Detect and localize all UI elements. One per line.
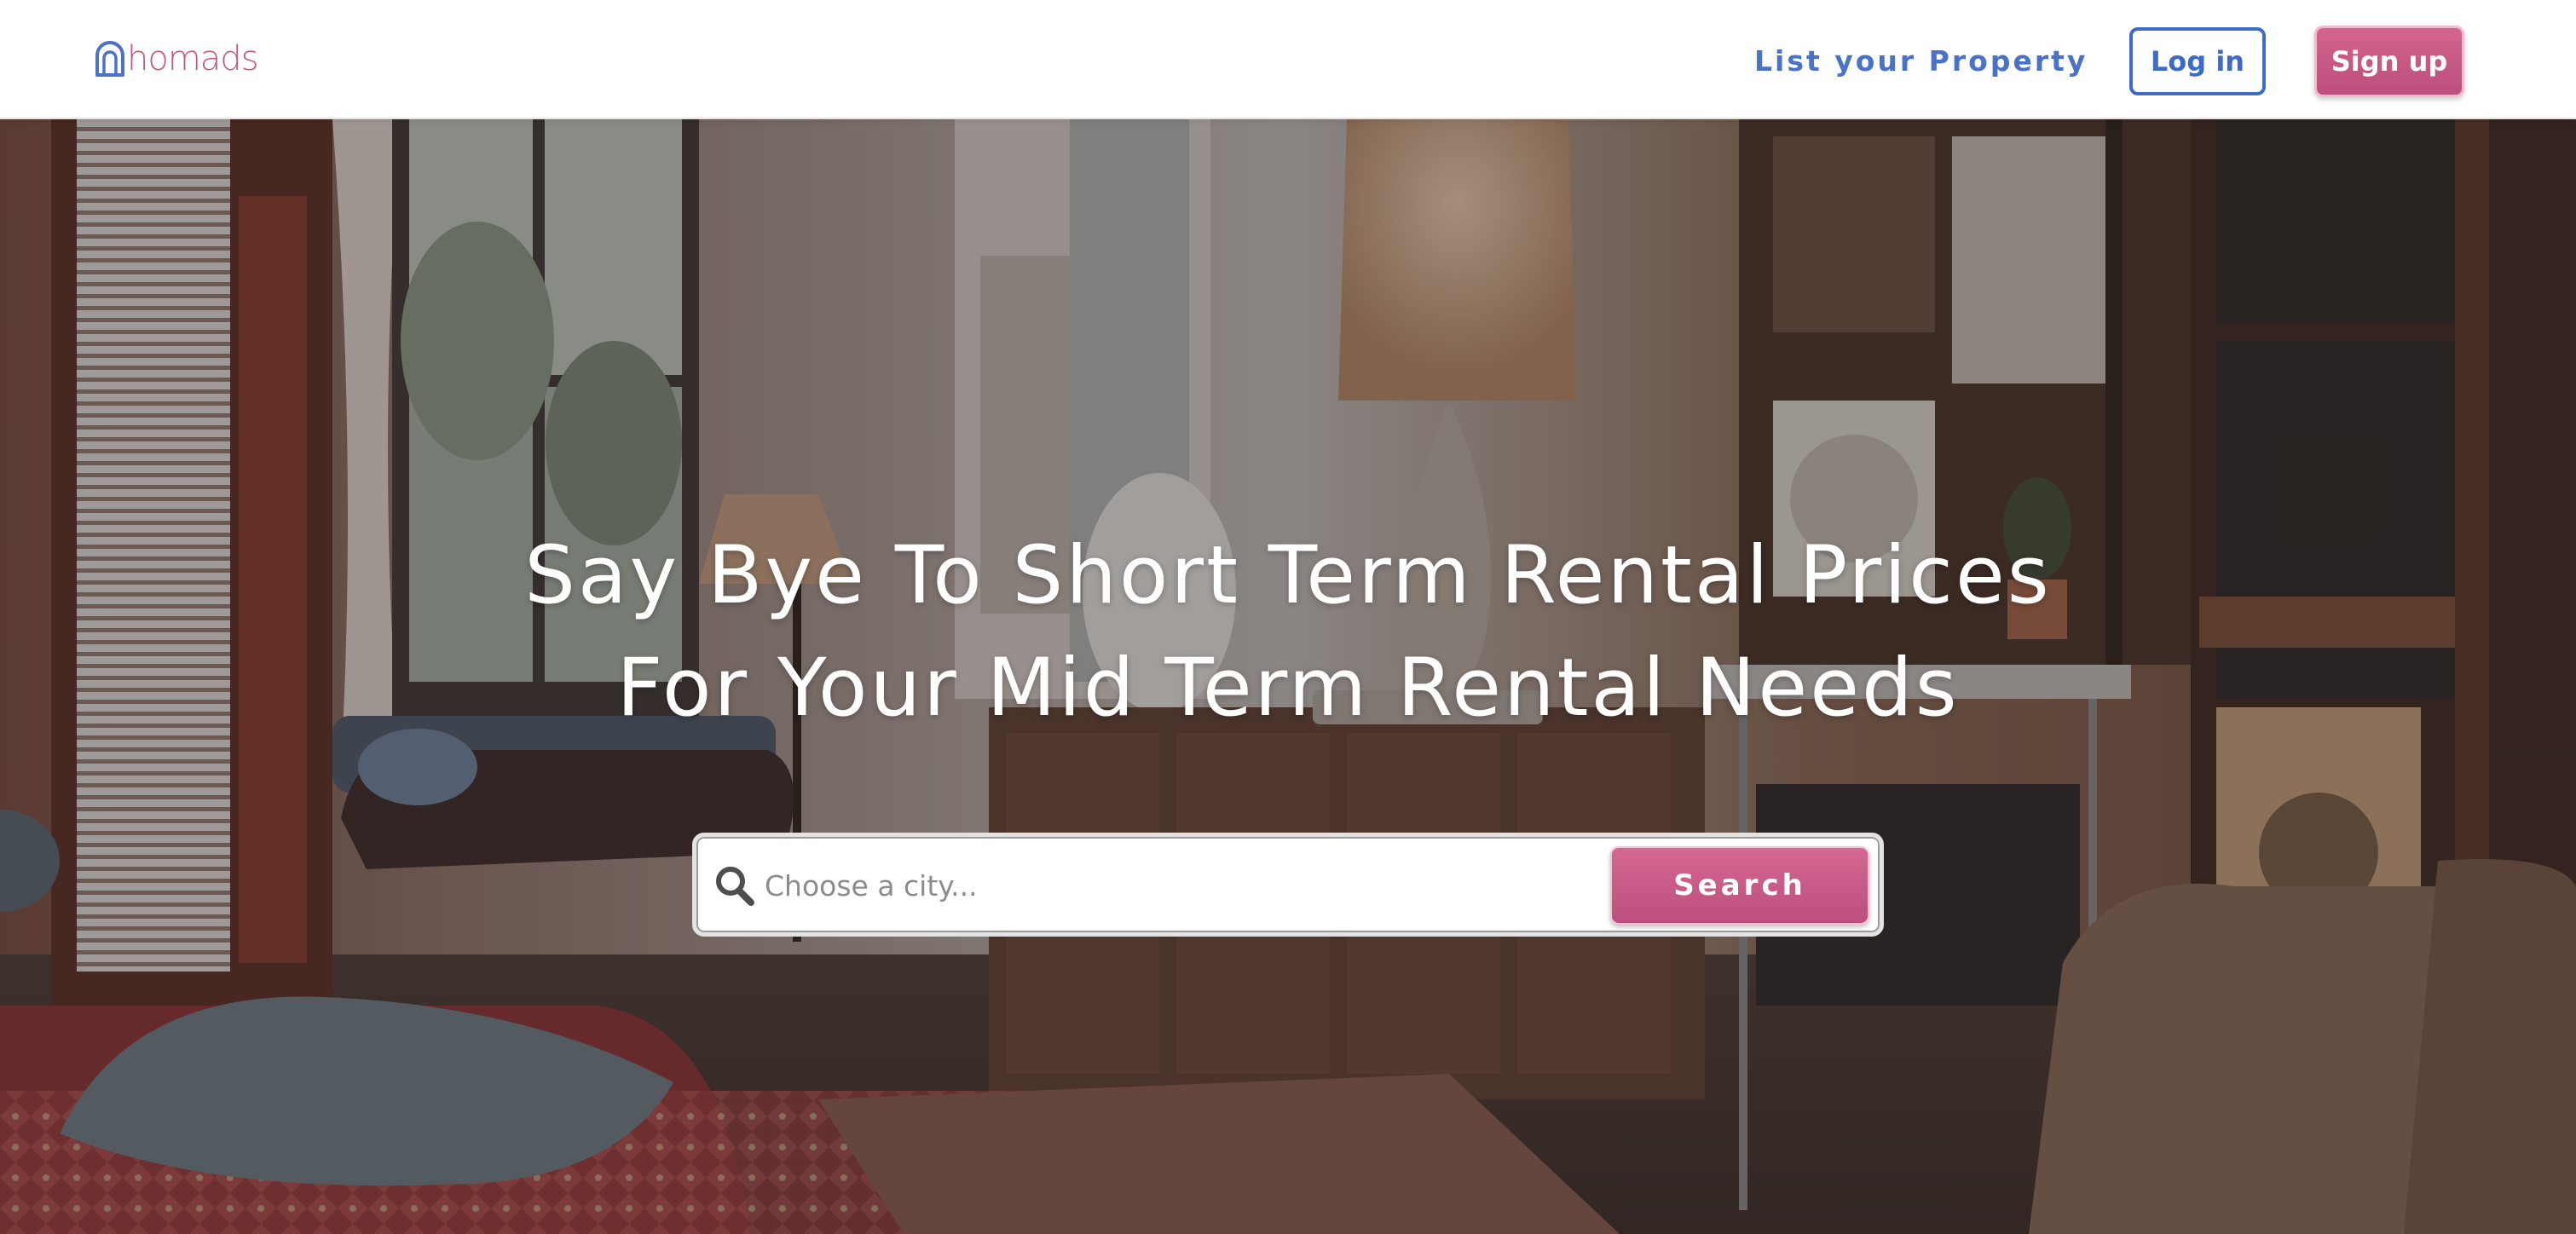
city-search-bar: Search (692, 833, 1884, 937)
top-navbar: homads List your Property Log in Sign up (0, 0, 2576, 119)
search-button[interactable]: Search (1610, 846, 1869, 925)
hero-section: Say Bye To Short Term Rental Prices For … (0, 119, 2576, 1234)
headline-line-2: For Your Mid Term Rental Needs (616, 642, 1960, 735)
hero-headline: Say Bye To Short Term Rental Prices For … (0, 520, 2576, 745)
headline-line-1: Say Bye To Short Term Rental Prices (524, 529, 2052, 622)
list-property-link[interactable]: List your Property (1754, 37, 2088, 85)
brand-name: homads (127, 39, 259, 78)
city-search-input[interactable] (765, 856, 1617, 915)
arch-home-icon (95, 41, 124, 77)
brand-logo[interactable]: homads (94, 39, 259, 78)
search-icon (716, 867, 754, 906)
signup-button[interactable]: Sign up (2314, 26, 2464, 97)
login-button[interactable]: Log in (2129, 27, 2266, 95)
